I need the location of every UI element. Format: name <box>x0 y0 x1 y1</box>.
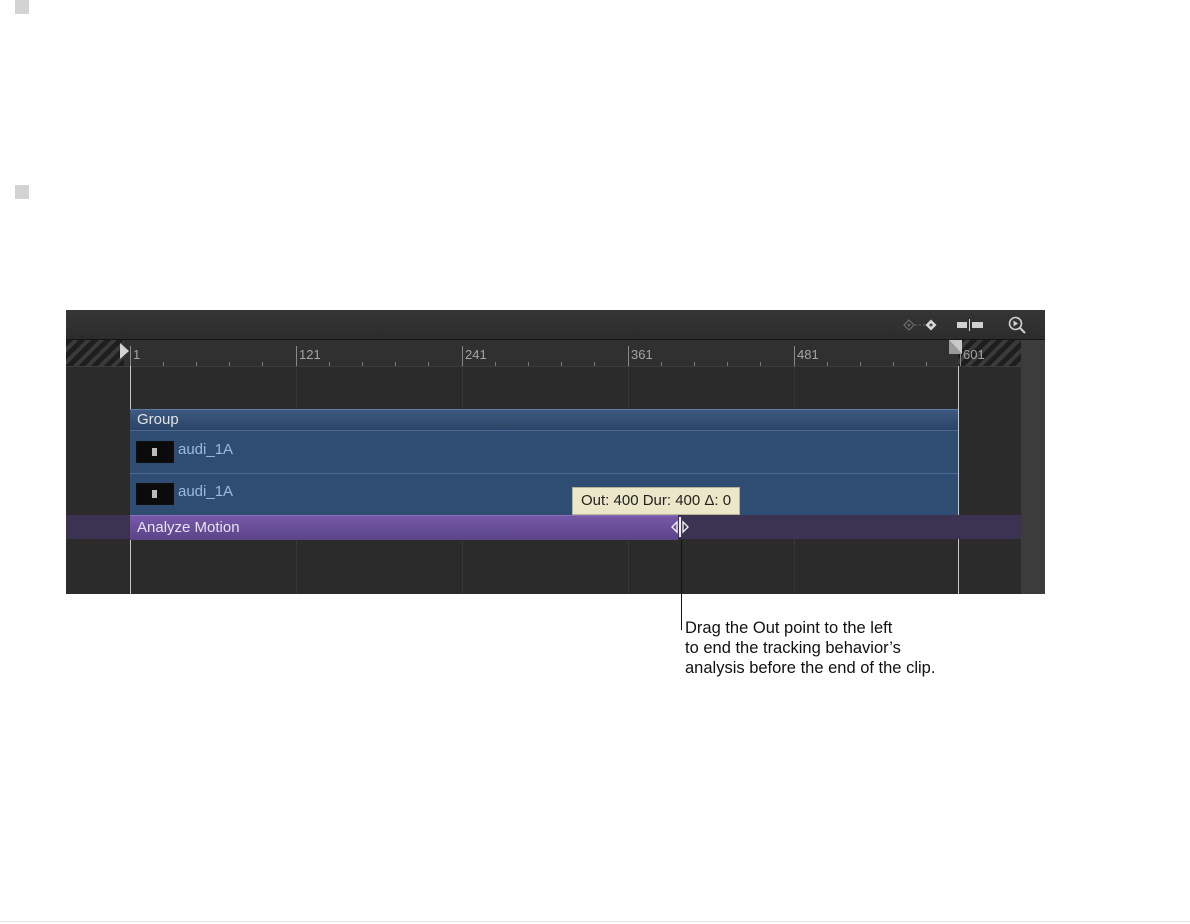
snapping-icon <box>957 319 983 331</box>
group-track[interactable]: Group <box>130 409 958 430</box>
callout-leader-line <box>681 540 682 630</box>
out-point-handle-icon[interactable] <box>668 517 692 537</box>
timeline-panel: 1 121 241 361 481 601 Group audi_1A audi… <box>66 310 1045 594</box>
keyframe-button[interactable] <box>899 314 947 336</box>
snapping-button[interactable] <box>952 314 988 336</box>
ruler-major-tick <box>296 346 297 366</box>
callout-line-1: Drag the Out point to the left <box>685 619 893 637</box>
clip-label: audi_1A <box>178 441 234 458</box>
ruler-label: 1 <box>133 347 141 362</box>
vertical-scrollbar[interactable] <box>1021 340 1045 594</box>
clip-thumbnail <box>136 483 174 505</box>
behavior-track[interactable]: Analyze Motion <box>66 515 1021 540</box>
callout-line-2: to end the tracking behavior’s <box>685 639 901 657</box>
out-point-tooltip: Out: 400 Dur: 400 Δ: 0 <box>572 487 741 515</box>
ruler-major-tick <box>130 346 131 366</box>
timeline-toolbar <box>66 310 1045 340</box>
timeline-ruler[interactable]: 1 121 241 361 481 601 <box>66 340 1021 367</box>
callout-line-3: analysis before the end of the clip. <box>685 659 936 677</box>
ruler-label: 361 <box>631 347 653 362</box>
ruler-label: 481 <box>797 347 819 362</box>
bullet-square <box>15 185 29 199</box>
ruler-label: 241 <box>465 347 487 362</box>
play-range-out-icon[interactable] <box>949 340 963 356</box>
play-range-in-icon[interactable] <box>120 343 130 359</box>
clip-thumbnail <box>136 441 174 463</box>
ruler-label: 601 <box>963 347 985 362</box>
footer-divider <box>0 921 1190 922</box>
group-label: Group <box>137 411 179 428</box>
clip-track[interactable]: audi_1A <box>130 473 958 517</box>
ruler-major-tick <box>462 346 463 366</box>
ruler-major-tick <box>794 346 795 366</box>
zoom-icon <box>1008 316 1026 334</box>
clip-track[interactable]: audi_1A <box>130 430 958 474</box>
clip-label: audi_1A <box>178 483 234 500</box>
ruler-out-of-range-left <box>66 340 124 366</box>
ruler-label: 121 <box>299 347 321 362</box>
callout-text: Drag the Out point to the left to end th… <box>685 618 1045 678</box>
ruler-major-tick <box>628 346 629 366</box>
keyframe-icon <box>903 319 937 331</box>
zoom-button[interactable] <box>1002 314 1032 336</box>
behavior-label: Analyze Motion <box>137 519 240 536</box>
project-end-line <box>958 366 959 594</box>
bullet-square <box>15 0 29 14</box>
